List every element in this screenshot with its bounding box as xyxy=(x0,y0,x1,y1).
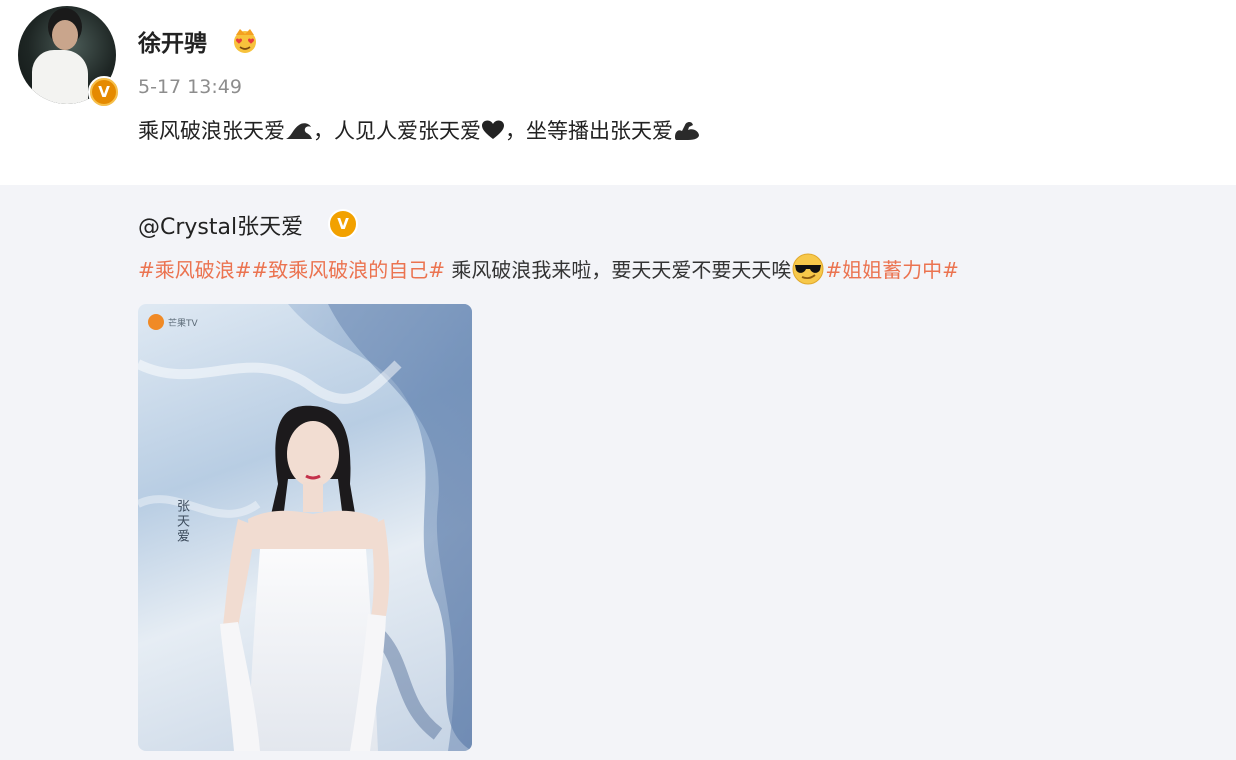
flexed-biceps-emoji-icon xyxy=(675,121,699,140)
wave-emoji-icon xyxy=(286,123,312,139)
post-timestamp[interactable]: 5-17 13:49 xyxy=(138,76,242,98)
avatar[interactable]: V xyxy=(18,6,120,108)
post-text-part2: ，人见人爱张天爱 xyxy=(313,119,481,143)
verified-badge-icon: V xyxy=(88,76,120,108)
post-text-part3: ，坐等播出张天爱 xyxy=(505,119,673,143)
photo-vertical-text: 张天爱 xyxy=(174,499,189,544)
photo-logo-text: 芒果TV xyxy=(168,319,198,329)
crown-heart-eyes-icon xyxy=(234,29,256,53)
mango-tv-logo-icon xyxy=(148,314,164,330)
hashtag-link-2[interactable]: #致乘风破浪的自己# xyxy=(252,258,446,282)
sunglasses-emoji-icon xyxy=(792,253,824,285)
repost-card[interactable]: @Crystal张天爱 V #乘风破浪##致乘风破浪的自己# 乘风破浪我来啦，要… xyxy=(0,185,1236,760)
black-heart-emoji-icon xyxy=(482,120,504,139)
post-text: 乘风破浪张天爱 ，人见人爱张天爱 ，坐等播出张天爱 xyxy=(138,115,701,145)
repost-body-text: 乘风破浪我来啦，要天天爱不要天天唉 xyxy=(445,258,792,282)
hashtag-link-3[interactable]: #姐姐蓄力中# xyxy=(825,258,959,282)
post-text-part1: 乘风破浪张天爱 xyxy=(138,119,285,143)
repost-image[interactable]: 芒果TV 张天爱 xyxy=(138,304,472,751)
post-header: V 徐开骋 5-17 13:49 乘风破浪张天爱 ，人见人爱张天爱 ，坐等播出张天爱 xyxy=(0,0,1236,185)
repost-username[interactable]: @Crystal张天爱 xyxy=(138,209,303,241)
repost-verified-badge-icon: V xyxy=(328,209,358,239)
repost-text: #乘风破浪##致乘风破浪的自己# 乘风破浪我来啦，要天天爱不要天天唉 #姐姐蓄力中… xyxy=(138,252,959,286)
username[interactable]: 徐开骋 xyxy=(138,24,207,58)
hashtag-link-1[interactable]: #乘风破浪# xyxy=(138,258,252,282)
